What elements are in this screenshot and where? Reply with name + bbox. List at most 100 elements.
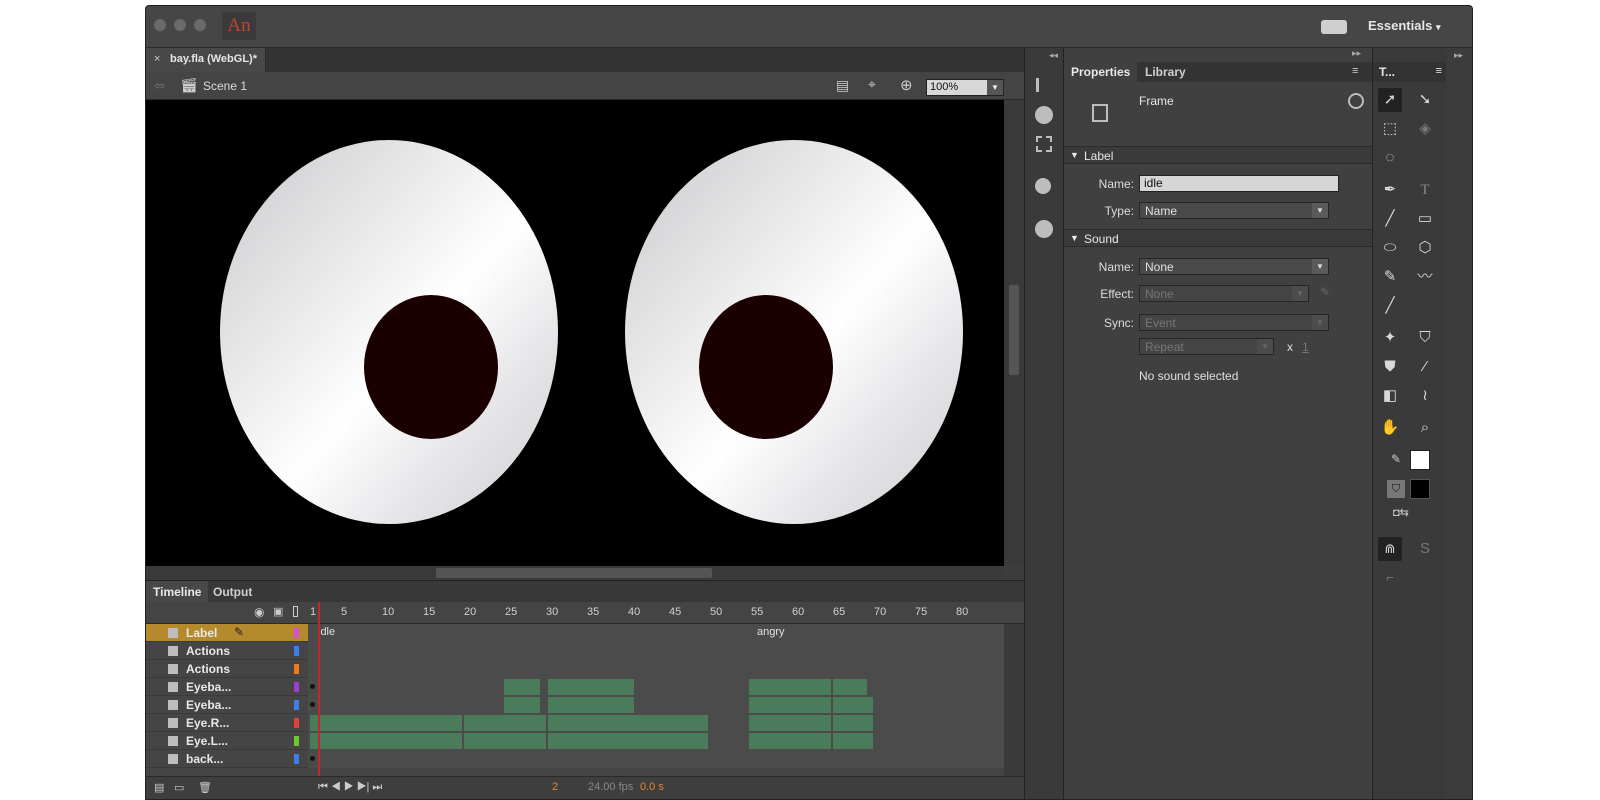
stroke-color-swatch[interactable] (1410, 450, 1430, 470)
pencil-tool-icon[interactable]: ✎ (1378, 265, 1402, 289)
layer-color-swatch[interactable] (294, 736, 299, 746)
right-pupil[interactable] (699, 295, 833, 439)
rectangle-tool-icon[interactable]: ▭ (1413, 207, 1437, 231)
frame-cells[interactable] (308, 714, 1004, 732)
motion-tween[interactable] (310, 733, 462, 749)
collapse-icon[interactable]: ◂◂ (1049, 50, 1058, 61)
label-name-input[interactable]: idle (1139, 175, 1339, 192)
selection-tool-icon[interactable]: ➚ (1378, 88, 1402, 112)
effect-select[interactable]: None ▼ (1139, 285, 1309, 302)
tab-output[interactable]: Output (206, 581, 259, 603)
edit-symbols-icon[interactable]: ⌖ (868, 76, 876, 93)
edit-envelope-icon[interactable]: ✎ (1320, 285, 1330, 299)
zoom-window-button[interactable] (194, 19, 206, 31)
subselection-tool-icon[interactable]: ➘ (1413, 88, 1437, 112)
minimize-window-button[interactable] (174, 19, 186, 31)
smooth-icon[interactable]: S (1413, 537, 1437, 561)
hand-tool-icon[interactable]: ✋ (1378, 416, 1402, 440)
zoom-tool-icon[interactable]: ⌕ (1413, 416, 1437, 440)
keyframe[interactable] (310, 702, 315, 707)
pen-tool-icon[interactable]: ✒ (1378, 178, 1402, 202)
paint-bucket-icon[interactable]: ⛉ (1413, 326, 1437, 350)
motion-presets-icon[interactable] (1035, 178, 1051, 194)
layer-color-swatch[interactable] (294, 682, 299, 692)
new-layer-icon[interactable]: ▤ (154, 781, 164, 794)
motion-tween[interactable] (548, 697, 634, 713)
paint-brush-icon[interactable]: ╱ (1378, 294, 1402, 318)
keyframe[interactable] (310, 756, 315, 761)
sound-section-header[interactable]: ▼ Sound (1064, 229, 1372, 247)
motion-tween[interactable] (833, 679, 867, 695)
trash-icon[interactable]: 🗑︎ (198, 781, 212, 794)
bone-tool-icon[interactable]: ✦ (1378, 326, 1402, 350)
motion-tween[interactable] (833, 697, 873, 713)
expand-icon[interactable]: ▸▸ (1454, 50, 1463, 61)
motion-tween[interactable] (548, 715, 708, 731)
frame-cells[interactable] (308, 696, 1004, 714)
3d-rotation-icon[interactable]: ◈ (1413, 117, 1437, 141)
layer-row[interactable]: back... (146, 750, 1004, 768)
stage-vertical-scrollbar[interactable] (1004, 100, 1024, 566)
edit-scene-icon[interactable]: ▤ (836, 77, 849, 94)
eye-icon[interactable]: ◉ (254, 605, 264, 619)
layer-row[interactable]: Actions (146, 642, 1004, 660)
motion-tween[interactable] (504, 697, 540, 713)
collapse-icon[interactable]: ▸▸ (1352, 48, 1361, 59)
layer-row[interactable]: Label ✎ idle angry (146, 624, 1004, 642)
help-icon[interactable] (1348, 93, 1364, 109)
layer-color-swatch[interactable] (294, 646, 299, 656)
motion-tween[interactable] (749, 697, 831, 713)
motion-tween[interactable] (833, 733, 873, 749)
workspace-switcher[interactable]: Essentials ▾ (1368, 18, 1440, 33)
playhead[interactable] (318, 602, 320, 776)
panel-menu-icon[interactable]: ≡ (1436, 65, 1442, 77)
scroll-thumb[interactable] (436, 568, 712, 578)
motion-tween[interactable] (464, 715, 546, 731)
motion-tween[interactable] (833, 715, 873, 731)
zoom-select[interactable]: 100% ▼ (926, 79, 1004, 96)
layer-row[interactable]: Eyeba... (146, 696, 1004, 714)
tab-library[interactable]: Library (1138, 62, 1193, 82)
stage-canvas[interactable] (146, 100, 1004, 566)
keyframe[interactable] (310, 684, 315, 689)
new-folder-icon[interactable]: ▭ (174, 781, 184, 794)
line-tool-icon[interactable]: ╱ (1378, 207, 1402, 231)
motion-tween[interactable] (310, 715, 462, 731)
tab-timeline[interactable]: Timeline (146, 581, 209, 603)
motion-tween[interactable] (749, 733, 831, 749)
layer-row[interactable]: Eyeba... (146, 678, 1004, 696)
motion-tween[interactable] (548, 733, 708, 749)
free-transform-icon[interactable]: ⬚ (1378, 117, 1402, 141)
motion-tween[interactable] (749, 715, 831, 731)
layer-row[interactable]: Eye.L... (146, 732, 1004, 750)
motion-tween[interactable] (749, 679, 831, 695)
ink-bottle-icon[interactable]: ⛊ (1378, 355, 1402, 379)
center-stage-icon[interactable]: ⊕ (900, 76, 913, 94)
align-icon[interactable] (1036, 78, 1052, 92)
scroll-thumb[interactable] (1009, 285, 1019, 375)
sound-name-select[interactable]: None ▼ (1139, 258, 1329, 275)
motion-tween[interactable] (548, 679, 634, 695)
sync-settings-icon[interactable] (1321, 20, 1347, 34)
layer-color-swatch[interactable] (294, 628, 299, 638)
outline-icon[interactable] (293, 606, 298, 617)
polystar-tool-icon[interactable]: ⬡ (1413, 236, 1437, 260)
eraser-icon[interactable]: ◧ (1378, 384, 1402, 408)
panel-menu-icon[interactable]: ≡ (1352, 65, 1358, 77)
layer-row[interactable]: Actions (146, 660, 1004, 678)
creative-cloud-icon[interactable] (1035, 220, 1053, 238)
frame-cells[interactable]: idle angry (308, 624, 1004, 642)
straighten-icon[interactable]: ⌐ (1378, 566, 1402, 590)
close-window-button[interactable] (154, 19, 166, 31)
layer-color-swatch[interactable] (294, 754, 299, 764)
repeat-count[interactable]: 1 (1302, 340, 1309, 354)
transform-icon[interactable] (1036, 136, 1052, 152)
frame-cells[interactable] (308, 678, 1004, 696)
frame-rate[interactable]: 24.00 fps (588, 781, 633, 793)
swap-colors-icon[interactable]: ◘⇆ (1393, 506, 1409, 519)
brush-tool-icon[interactable]: 〰 (1413, 265, 1437, 289)
back-arrow-icon[interactable]: ⇦ (154, 78, 165, 94)
eyedropper-icon[interactable]: ⁄ (1413, 355, 1437, 379)
repeat-select[interactable]: Repeat ▼ (1139, 338, 1274, 355)
frame-cells[interactable] (308, 642, 1004, 660)
